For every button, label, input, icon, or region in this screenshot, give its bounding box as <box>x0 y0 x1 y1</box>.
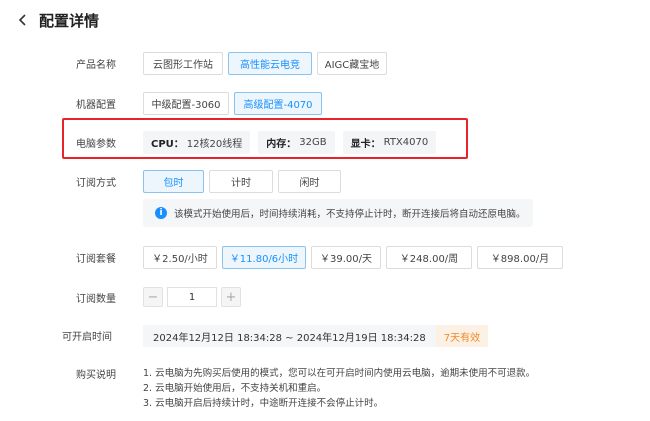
page-title: 配置详情 <box>39 11 100 30</box>
open-time-label: 可开启时间 <box>62 332 112 343</box>
chevron-left-icon <box>18 14 26 26</box>
mode-option-metered[interactable]: 计时 <box>209 170 273 193</box>
quantity-stepper: − 1 + <box>143 287 241 307</box>
param-cpu-key: CPU： <box>151 139 184 150</box>
info-icon: i <box>155 207 167 219</box>
page-header: 配置详情 <box>14 8 99 32</box>
package-label: 订阅套餐 <box>76 254 116 265</box>
purchase-notes-label: 购买说明 <box>76 370 116 381</box>
mode-notice: i 该模式开始使用后，时间持续消耗，不支持停止计时，断开连接后将自动还原电脑。 <box>143 199 533 227</box>
package-option-hour[interactable]: ￥2.50/小时 <box>143 246 217 269</box>
package-option-week[interactable]: ￥248.00/周 <box>386 246 472 269</box>
subscribe-mode-options: 包时 计时 闲时 <box>143 170 346 193</box>
product-options: 云图形工作站 高性能云电竞 AIGC藏宝地 <box>143 52 392 75</box>
params-label: 电脑参数 <box>76 139 116 150</box>
product-option-graphics-workstation[interactable]: 云图形工作站 <box>143 52 223 75</box>
purchase-notes: 1. 云电脑为先购买后使用的模式，您可以在可开启时间内使用云电脑，逾期未使用不可… <box>143 366 535 411</box>
param-gpu: 显卡： RTX4070 <box>342 131 437 154</box>
validity-badge: 7天有效 <box>435 325 489 347</box>
purchase-note-2: 2. 云电脑开始使用后，不支持关机和重启。 <box>143 383 327 394</box>
param-cpu-value: 12核20线程 <box>186 139 243 150</box>
open-time-box: 2024年12月12日 18:34:28 ~ 2024年12月19日 18:34… <box>143 325 489 347</box>
package-option-6hours[interactable]: ￥11.80/6小时 <box>222 246 306 269</box>
mode-option-timed-package[interactable]: 包时 <box>143 170 204 193</box>
param-memory-key: 内存： <box>266 139 297 150</box>
product-label: 产品名称 <box>76 60 116 71</box>
quantity-minus-button[interactable]: − <box>143 287 163 307</box>
package-options: ￥2.50/小时 ￥11.80/6小时 ￥39.00/天 ￥248.00/周 ￥… <box>143 246 568 269</box>
package-option-day[interactable]: ￥39.00/天 <box>311 246 381 269</box>
back-button[interactable] <box>14 10 32 30</box>
machine-option-3060[interactable]: 中级配置-3060 <box>143 92 229 115</box>
machine-label: 机器配置 <box>76 100 116 111</box>
open-time-range: 2024年12月12日 18:34:28 ~ 2024年12月19日 18:34… <box>143 325 489 347</box>
purchase-note-3: 3. 云电脑开启后持续计时，中途断开连接不会停止计时。 <box>143 398 384 409</box>
mode-option-idle[interactable]: 闲时 <box>278 170 341 193</box>
subscribe-mode-label: 订阅方式 <box>76 178 116 189</box>
package-option-month[interactable]: ￥898.00/月 <box>477 246 563 269</box>
param-gpu-value: RTX4070 <box>383 137 429 148</box>
param-gpu-key: 显卡： <box>350 139 381 150</box>
mode-notice-text: 该模式开始使用后，时间持续消耗，不支持停止计时，断开连接后将自动还原电脑。 <box>174 209 526 220</box>
open-time-range-text: 2024年12月12日 18:34:28 ~ 2024年12月19日 18:34… <box>153 332 426 344</box>
quantity-input[interactable]: 1 <box>167 287 217 307</box>
quantity-label: 订阅数量 <box>76 294 116 305</box>
product-option-aigc[interactable]: AIGC藏宝地 <box>317 52 387 75</box>
product-option-cloud-esports[interactable]: 高性能云电竞 <box>228 52 312 75</box>
param-memory: 内存： 32GB <box>258 131 335 154</box>
param-cpu: CPU： 12核20线程 <box>143 131 251 154</box>
params-chips: CPU： 12核20线程 内存： 32GB 显卡： RTX4070 <box>143 131 444 154</box>
machine-options: 中级配置-3060 高级配置-4070 <box>143 92 327 115</box>
machine-option-4070[interactable]: 高级配置-4070 <box>234 92 322 115</box>
param-memory-value: 32GB <box>299 137 327 148</box>
quantity-plus-button[interactable]: + <box>221 287 241 307</box>
purchase-note-1: 1. 云电脑为先购买后使用的模式，您可以在可开启时间内使用云电脑，逾期未使用不可… <box>143 368 536 379</box>
